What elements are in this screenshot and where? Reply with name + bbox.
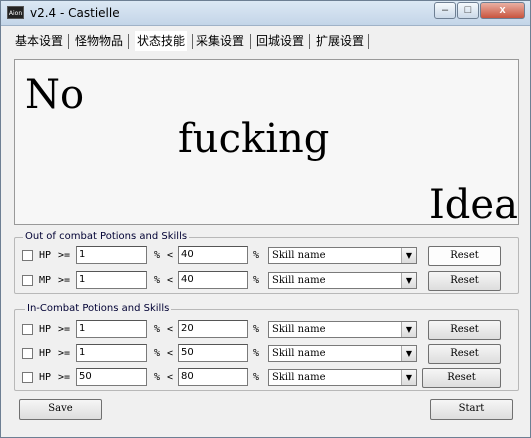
ic-row-3: HP >= 50 % < 80 % Skill name ▼ Reset	[1, 368, 530, 388]
ooc-row-2-skill-value: Skill name	[272, 275, 326, 286]
tab-basic-settings[interactable]: 基本设置	[15, 31, 63, 51]
window-title: v2.4 - Castielle	[30, 6, 120, 20]
banner-text-idea: Idea	[429, 182, 518, 225]
ooc-row-1-min-input[interactable]: 1	[76, 246, 147, 264]
ic-row-1-checkbox[interactable]	[22, 324, 33, 335]
ooc-row-1-cmp: >=	[58, 250, 71, 261]
ic-row-1-reset-button[interactable]: Reset	[428, 320, 501, 340]
ic-row-1-min-input[interactable]: 1	[76, 320, 147, 338]
ic-row-1: HP >= 1 % < 20 % Skill name ▼ Reset	[1, 320, 530, 340]
tab-extended-settings[interactable]: 扩展设置	[316, 31, 364, 51]
ic-row-2-skill-value: Skill name	[272, 348, 326, 359]
in-combat-label: In-Combat Potions and Skills	[25, 303, 172, 314]
tab-return-settings[interactable]: 回城设置	[256, 31, 304, 51]
ic-row-3-pct2: %	[253, 372, 260, 383]
ic-row-3-min-input[interactable]: 50	[76, 368, 147, 386]
ic-row-3-pct: %	[154, 372, 161, 383]
ooc-row-2: MP >= 1 % < 40 % Skill name ▼ Reset	[1, 271, 530, 291]
ic-row-2-min-input[interactable]: 1	[76, 344, 147, 362]
ic-row-2-stat: HP	[39, 348, 52, 359]
ic-row-1-skill-value: Skill name	[272, 324, 326, 335]
ic-row-3-skill-value: Skill name	[272, 372, 326, 383]
ooc-row-1-pct: %	[154, 250, 161, 261]
chevron-down-icon: ▼	[401, 248, 416, 263]
tab-gathering-settings[interactable]: 采集设置	[196, 31, 244, 51]
banner-area: No fucking Idea	[14, 59, 519, 225]
chevron-down-icon: ▼	[401, 273, 416, 288]
ooc-row-2-cmp: >=	[58, 275, 71, 286]
close-button[interactable]: x	[480, 2, 525, 19]
ooc-row-1-reset-button[interactable]: Reset	[428, 246, 501, 266]
ooc-row-2-max-input[interactable]: 40	[178, 271, 248, 289]
ic-row-2-cmp: >=	[58, 348, 71, 359]
ooc-row-2-stat: MP	[39, 275, 52, 286]
ic-row-2-pct2: %	[253, 348, 260, 359]
ic-row-3-cmp: >=	[58, 372, 71, 383]
ic-row-1-skill-select[interactable]: Skill name ▼	[268, 321, 417, 338]
ic-row-2-max-input[interactable]: 50	[178, 344, 248, 362]
ooc-row-2-pct2: %	[253, 275, 260, 286]
ooc-row-2-lt: <	[167, 275, 174, 286]
ooc-row-1-stat: HP	[39, 250, 52, 261]
ic-row-2-lt: <	[167, 348, 174, 359]
ic-row-1-lt: <	[167, 324, 174, 335]
tab-separator	[250, 34, 251, 49]
ic-row-2-checkbox[interactable]	[22, 348, 33, 359]
ic-row-2-pct: %	[154, 348, 161, 359]
ooc-row-1: HP >= 1 % < 40 % Skill name ▼ Reset	[1, 246, 530, 266]
app-icon: Aion	[7, 6, 24, 19]
tab-separator	[192, 34, 193, 49]
ooc-row-1-pct2: %	[253, 250, 260, 261]
minimize-button[interactable]: –	[434, 2, 456, 19]
tab-separator	[309, 34, 310, 49]
ic-row-1-cmp: >=	[58, 324, 71, 335]
ic-row-2-reset-button[interactable]: Reset	[428, 344, 501, 364]
maximize-button[interactable]: □	[457, 2, 479, 19]
ooc-row-1-lt: <	[167, 250, 174, 261]
ic-row-2: HP >= 1 % < 50 % Skill name ▼ Reset	[1, 344, 530, 364]
save-button[interactable]: Save	[19, 399, 102, 420]
ic-row-3-reset-button[interactable]: Reset	[422, 368, 501, 388]
start-button[interactable]: Start	[430, 399, 513, 420]
ooc-row-2-skill-select[interactable]: Skill name ▼	[268, 272, 417, 289]
ooc-row-1-skill-select[interactable]: Skill name ▼	[268, 247, 417, 264]
tab-separator	[128, 34, 129, 49]
ic-row-1-pct: %	[154, 324, 161, 335]
ic-row-1-stat: HP	[39, 324, 52, 335]
banner-text-no: No	[25, 72, 85, 118]
ic-row-3-lt: <	[167, 372, 174, 383]
chevron-down-icon: ▼	[401, 322, 416, 337]
title-bar: Aion v2.4 - Castielle – □ x	[1, 1, 530, 26]
ic-row-3-stat: HP	[39, 372, 52, 383]
tab-separator	[68, 34, 69, 49]
banner-text-fucking: fucking	[178, 116, 330, 162]
tab-separator	[368, 34, 369, 49]
ic-row-3-checkbox[interactable]	[22, 372, 33, 383]
ooc-row-2-reset-button[interactable]: Reset	[428, 271, 501, 291]
ic-row-3-max-input[interactable]: 80	[178, 368, 248, 386]
ic-row-2-skill-select[interactable]: Skill name ▼	[268, 345, 417, 362]
ooc-row-1-skill-value: Skill name	[272, 250, 326, 261]
app-window: Aion v2.4 - Castielle – □ x 基本设置 怪物物品 状态…	[0, 0, 531, 438]
ic-row-1-pct2: %	[253, 324, 260, 335]
chevron-down-icon: ▼	[401, 370, 416, 385]
ic-row-1-max-input[interactable]: 20	[178, 320, 248, 338]
ooc-row-1-checkbox[interactable]	[22, 250, 33, 261]
ooc-row-1-max-input[interactable]: 40	[178, 246, 248, 264]
ic-row-3-skill-select[interactable]: Skill name ▼	[268, 369, 417, 386]
ooc-row-2-pct: %	[154, 275, 161, 286]
tab-monster-items[interactable]: 怪物物品	[75, 31, 123, 51]
out-of-combat-label: Out of combat Potions and Skills	[23, 231, 190, 242]
ooc-row-2-min-input[interactable]: 1	[76, 271, 147, 289]
tab-status-skills[interactable]: 状态技能	[135, 31, 188, 51]
chevron-down-icon: ▼	[401, 346, 416, 361]
ooc-row-2-checkbox[interactable]	[22, 275, 33, 286]
